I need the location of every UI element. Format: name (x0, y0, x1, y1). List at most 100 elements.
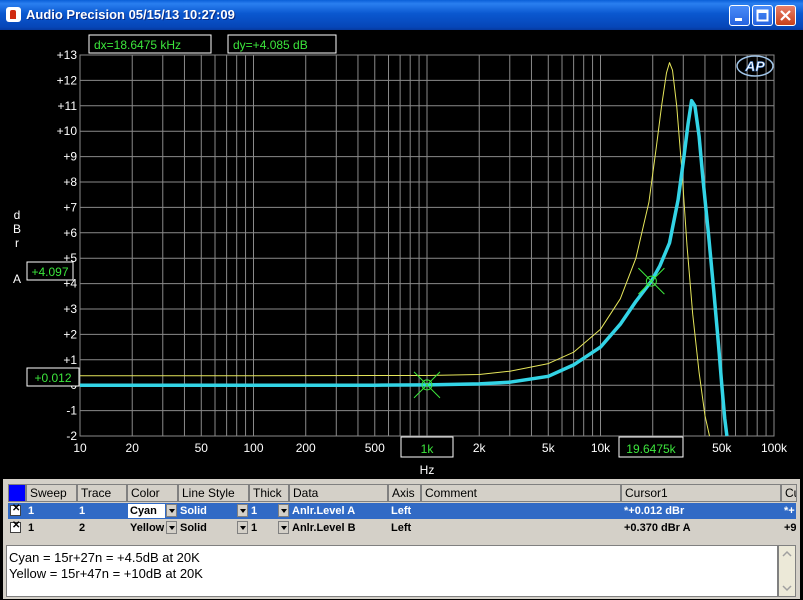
minimize-icon (735, 18, 742, 21)
notes-scrollbar[interactable] (778, 545, 796, 597)
cell-trace: 2 (79, 522, 86, 534)
cursor-x-readout: 1k (400, 436, 454, 458)
select-all-swatch[interactable] (8, 484, 26, 502)
y-axis-label-char: r (15, 236, 19, 250)
cursor-x2-readout-text: 19.6475k (626, 442, 676, 456)
scroll-up-icon (782, 550, 792, 557)
trace-enable-checkbox[interactable] (10, 503, 21, 516)
note-line: Cyan = 15r+27n = +4.5dB at 20K (9, 550, 200, 565)
header-data[interactable]: Data (289, 484, 388, 502)
thick-dropdown-icon[interactable] (278, 504, 289, 517)
header-axis[interactable]: Axis (388, 484, 421, 502)
x-tick-label: 10 (73, 441, 87, 455)
x-axis-label: Hz (420, 463, 435, 477)
header-thick[interactable]: Thick (249, 484, 289, 502)
cursor-y-readout: +0.012 (26, 367, 80, 387)
series-line (80, 62, 710, 437)
x-tick-label: 50k (712, 441, 732, 455)
close-button[interactable] (775, 5, 796, 26)
window-title: Audio Precision 05/15/13 10:27:09 (26, 7, 235, 22)
header-comment[interactable]: Comment (421, 484, 621, 502)
trace-row[interactable]: 1 1 Cyan Solid 1 Anlr.Level A Left *+0.0… (8, 503, 796, 519)
maximize-icon (756, 9, 769, 22)
frequency-response-chart: +13+12+11+10+9+8+7+6+5+4+3+2+10-1-210205… (13, 34, 788, 477)
maximize-button[interactable] (752, 5, 773, 26)
y-tick-label: +3 (63, 302, 77, 316)
cell-trace: 1 (79, 505, 86, 517)
cursor-x2-readout: 19.6475k (618, 436, 684, 458)
y-tick-label: +8 (63, 175, 77, 189)
cursor-y2-readout: +4.097 (26, 261, 74, 281)
cell-thick[interactable]: 1 (249, 503, 277, 519)
x-tick-label: 200 (296, 441, 316, 455)
header-line-style[interactable]: Line Style (178, 484, 249, 502)
thick-dropdown-icon[interactable] (278, 521, 289, 534)
x-tick-label: 50 (195, 441, 209, 455)
x-tick-label: 5k (542, 441, 556, 455)
cursor-x-readout-text: 1k (421, 442, 435, 456)
cell-cursor1: *+0.012 dBr (624, 505, 685, 517)
minimize-button[interactable] (729, 5, 750, 26)
x-tick-label: 100k (761, 441, 788, 455)
y-tick-label: +9 (63, 150, 77, 164)
y-tick-label: -1 (66, 404, 77, 418)
y-tick-label: +10 (57, 124, 78, 138)
chart-series (80, 62, 729, 437)
cell-cursor2: *+ (784, 505, 795, 517)
cell-axis[interactable]: Left (389, 503, 422, 519)
note-line: Yellow = 15r+47n = +10dB at 20K (9, 566, 203, 581)
cell-comment[interactable] (422, 503, 621, 519)
plot-area: +13+12+11+10+9+8+7+6+5+4+3+2+10-1-210205… (3, 33, 800, 479)
cell-thick[interactable]: 1 (249, 520, 277, 536)
color-dropdown-icon[interactable] (166, 504, 177, 517)
notes-textarea[interactable]: Cyan = 15r+27n = +4.5dB at 20K Yellow = … (6, 545, 778, 597)
y-axis-label-char: d (14, 208, 21, 222)
y-tick-label: +1 (63, 353, 77, 367)
cell-axis[interactable]: Left (389, 520, 422, 536)
cell-cursor1: +0.370 dBr A (624, 522, 691, 534)
cursor-y-readout-text: +0.012 (34, 371, 71, 385)
x-tick-label: 20 (126, 441, 140, 455)
cell-data[interactable]: Anlr.Level A (290, 503, 388, 519)
cell-color[interactable]: Yellow (128, 521, 165, 535)
header-sweep[interactable]: Sweep (26, 484, 77, 502)
y-axis-label-char: B (13, 222, 21, 236)
y-tick-label: +6 (63, 226, 77, 240)
x-tick-label: 100 (243, 441, 263, 455)
y-axis-label-char: A (13, 272, 21, 286)
dy-readout: dy=+4.085 dB (227, 34, 337, 54)
cell-sweep: 1 (28, 505, 35, 517)
header-color[interactable]: Color (127, 484, 178, 502)
color-dropdown-icon[interactable] (166, 521, 177, 534)
cursor-y2-readout-text: +4.097 (31, 265, 68, 279)
header-cursor1[interactable]: Cursor1 (621, 484, 781, 502)
header-cursor2[interactable]: Cu (781, 484, 797, 502)
x-tick-label: 500 (365, 441, 385, 455)
close-icon (780, 10, 791, 21)
cell-color[interactable]: Cyan (128, 504, 165, 518)
y-tick-label: +13 (57, 48, 78, 62)
y-tick-label: +2 (63, 327, 77, 341)
line-style-dropdown-icon[interactable] (237, 504, 248, 517)
x-tick-label: 10k (591, 441, 611, 455)
header-trace[interactable]: Trace (77, 484, 127, 502)
ap-logo: AP (736, 55, 774, 77)
dy-readout-text: dy=+4.085 dB (233, 38, 308, 52)
series-line (80, 98, 729, 437)
line-style-dropdown-icon[interactable] (237, 521, 248, 534)
dx-readout: dx=18.6475 kHz (88, 34, 212, 54)
y-tick-label: +7 (63, 200, 77, 214)
y-tick-label: +12 (57, 73, 78, 87)
dx-readout-text: dx=18.6475 kHz (94, 38, 181, 52)
cell-line-style[interactable]: Solid (178, 520, 236, 536)
y-tick-label: +11 (58, 99, 78, 113)
cell-cursor2: +9 (784, 522, 796, 534)
ap-logo-text: AP (744, 58, 765, 74)
cell-line-style[interactable]: Solid (178, 503, 236, 519)
cell-sweep: 1 (28, 522, 35, 534)
cell-comment[interactable] (422, 520, 621, 536)
app-icon[interactable] (6, 7, 21, 22)
trace-enable-checkbox[interactable] (10, 520, 21, 533)
trace-row[interactable]: 1 2 Yellow Solid 1 Anlr.Level B Left +0.… (8, 520, 796, 536)
cell-data[interactable]: Anlr.Level B (290, 520, 388, 536)
